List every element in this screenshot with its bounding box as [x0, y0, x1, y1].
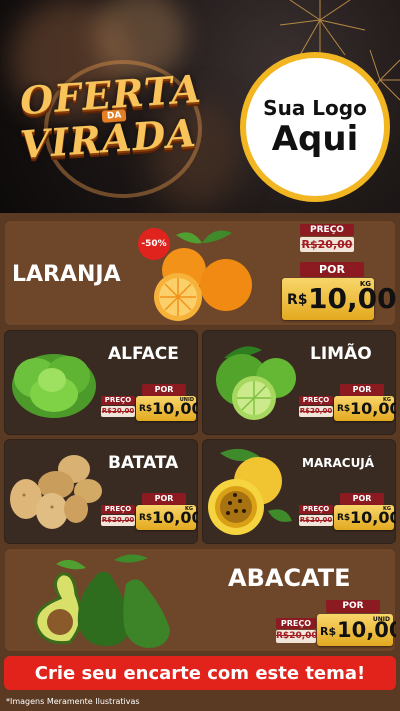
product-card-limao: LIMÃO POR PREÇO R$20,00 R$ 10,00 KG — [202, 330, 396, 435]
price-unit: KG — [383, 397, 391, 403]
currency: R$ — [287, 292, 308, 308]
currency: R$ — [337, 513, 351, 523]
preco-label: PREÇO — [300, 224, 354, 236]
preco-label: PREÇO — [101, 505, 135, 514]
new-price: R$ 10,00 KG — [136, 505, 198, 530]
price-unit: UNID — [372, 616, 390, 623]
product-name: LIMÃO — [310, 344, 372, 364]
product-card-alface: ALFACE POR PREÇO R$20,00 R$ 10,00 UNID — [4, 330, 198, 435]
old-price: R$20,00 — [101, 406, 135, 417]
product-name: ABACATE — [228, 564, 351, 592]
promo-title: OFERTA DA VIRADA — [10, 52, 220, 202]
preco-label: PREÇO — [276, 618, 316, 629]
new-price: R$ 10,00 UNID — [317, 614, 396, 646]
potato-icon — [10, 455, 102, 529]
product-name: BATATA — [108, 453, 179, 473]
new-price: R$ 10,00 KG — [334, 505, 396, 530]
product-card-laranja: LARANJA -50% PREÇO R$20,00 POR R$ 10,00 … — [4, 220, 396, 326]
por-label: POR — [142, 384, 186, 396]
currency: R$ — [139, 513, 153, 523]
orange-icon — [154, 230, 252, 321]
logo-line2: Aqui — [271, 119, 359, 159]
por-label: POR — [142, 493, 186, 505]
new-price: R$ 10,00 KG — [282, 278, 396, 320]
new-price: R$ 10,00 KG — [334, 396, 396, 421]
old-price: R$20,00 — [299, 406, 333, 417]
old-price: R$20,00 — [276, 630, 318, 643]
logo-placeholder: Sua Logo Aqui — [240, 52, 390, 202]
por-label: POR — [340, 493, 384, 505]
price-unit: KG — [383, 506, 391, 512]
price-unit: KG — [185, 506, 193, 512]
currency: R$ — [337, 404, 351, 414]
product-name: LARANJA — [12, 262, 121, 287]
logo-line1: Sua Logo — [263, 96, 367, 120]
price-unit: UNID — [179, 397, 194, 403]
footnote: *Imagens Meramente Ilustrativas — [6, 697, 140, 706]
currency: R$ — [139, 404, 153, 414]
cta-banner[interactable]: Crie seu encarte com este tema! — [4, 656, 396, 690]
product-name: ALFACE — [108, 344, 179, 364]
lettuce-icon — [12, 354, 96, 418]
passion-fruit-icon — [208, 448, 292, 535]
por-label: POR — [326, 600, 380, 613]
product-card-maracuja: MARACUJÁ POR PREÇO R$20,00 R$ 10,00 KG — [202, 439, 396, 544]
por-label: POR — [340, 384, 384, 396]
price-value: 10,00 — [308, 282, 396, 315]
product-card-abacate: ABACATE POR PREÇO R$20,00 R$ 10,00 UNID — [4, 548, 396, 652]
lime-icon — [216, 346, 296, 420]
preco-label: PREÇO — [299, 396, 333, 405]
product-card-batata: BATATA POR PREÇO R$20,00 R$ 10,00 KG — [4, 439, 198, 544]
por-label: POR — [300, 262, 364, 277]
old-price: R$20,00 — [299, 515, 333, 526]
preco-label: PREÇO — [101, 396, 135, 405]
new-price: R$ 10,00 UNID — [136, 396, 198, 421]
header-banner: OFERTA DA VIRADA Sua Logo Aqui — [0, 0, 400, 213]
avocado-icon — [34, 554, 170, 648]
price-unit: KG — [359, 280, 371, 288]
preco-label: PREÇO — [299, 505, 333, 514]
product-name: MARACUJÁ — [302, 456, 375, 470]
old-price: R$20,00 — [101, 515, 135, 526]
currency: R$ — [320, 625, 337, 638]
old-price: R$20,00 — [300, 237, 354, 252]
